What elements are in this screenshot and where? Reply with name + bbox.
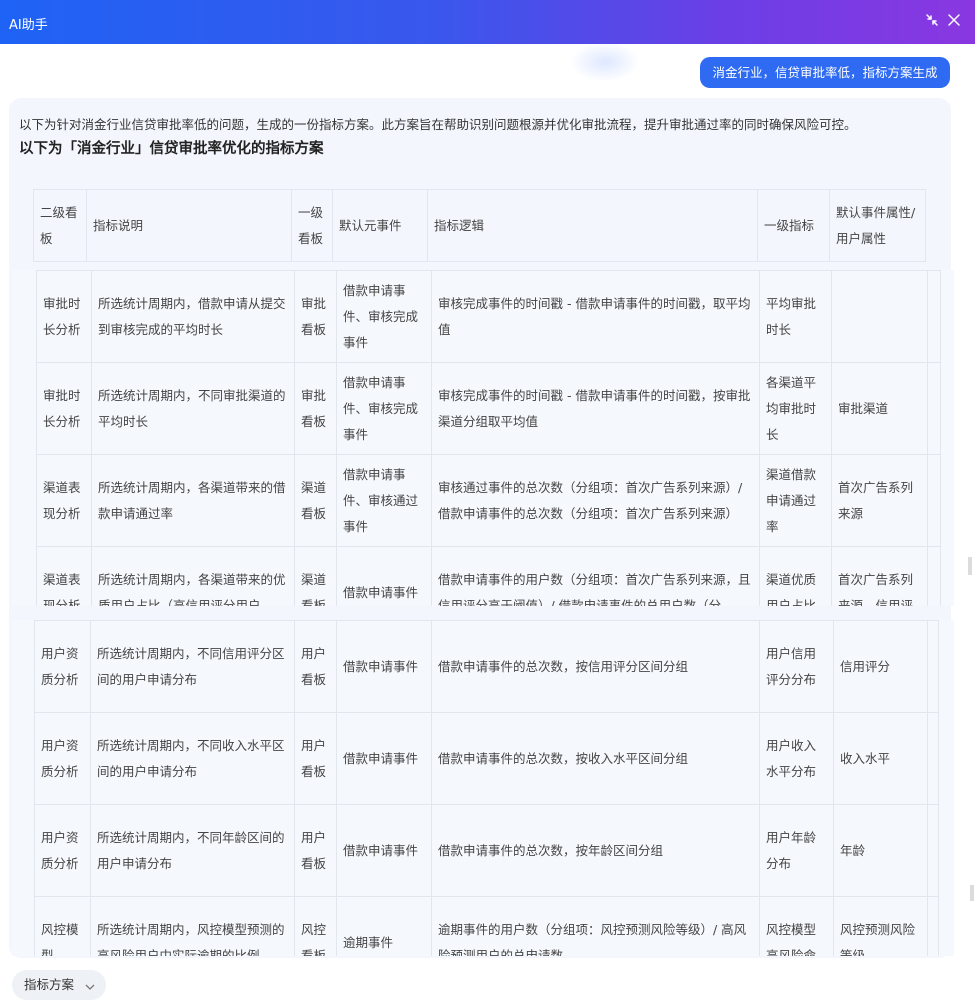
table-row: 审批时长分析 所选统计周期内，借款申请从提交到审核完成的平均时长 审批看板 借款… — [36, 270, 941, 363]
cell-default-event: 借款申请事件 — [336, 804, 432, 897]
cell-default-event: 借款申请事件、审核通过事件 — [336, 454, 432, 547]
cell-primary-metric: 用户收入水平分布 — [759, 712, 834, 805]
dropdown-label: 指标方案 — [24, 977, 75, 992]
cell-default-event: 借款申请事件 — [336, 546, 432, 606]
table-row: 用户资质分析 所选统计周期内，不同信用评分区间的用户申请分布 用户看板 借款申请… — [34, 620, 939, 713]
col-header-primary-board: 一级看板 — [291, 189, 333, 262]
cell-primary-metric: 风控模型高风险命 — [759, 896, 834, 956]
cell-description: 所选统计周期内，各渠道带来的优质用户占比（高信用评分用户 — [91, 546, 295, 606]
cell-primary-metric: 各渠道平均审批时长 — [759, 362, 832, 455]
cell-primary-board: 风控看板 — [294, 896, 337, 956]
cell-logic: 逾期事件的用户数（分组项：风控预测风险等级）/ 高风险预测用户的总申请数 — [431, 896, 760, 956]
cell-primary-board: 用户看板 — [294, 804, 337, 897]
cell-primary-board: 审批看板 — [294, 362, 337, 455]
cell-attributes: 首次广告系列来源 — [831, 454, 928, 547]
cell-default-event: 借款申请事件 — [336, 712, 432, 805]
close-icon[interactable] — [946, 12, 962, 28]
cell-secondary-board: 审批时长分析 — [36, 362, 92, 455]
cell-description: 所选统计周期内，各渠道带来的借款申请通过率 — [91, 454, 295, 547]
col-header-logic: 指标逻辑 — [427, 189, 758, 262]
table-row: 渠道表现分析 所选统计周期内，各渠道带来的优质用户占比（高信用评分用户 渠道看板… — [36, 546, 941, 606]
cell-description: 所选统计周期内，借款申请从提交到审核完成的平均时长 — [91, 270, 295, 363]
cell-logic: 审核完成事件的时间戳 - 借款申请事件的时间戳，取平均值 — [431, 270, 760, 363]
table-block-1: 审批时长分析 所选统计周期内，借款申请从提交到审核完成的平均时长 审批看板 借款… — [12, 270, 954, 606]
cell-attributes: 首次广告系列来源、信用评 — [831, 546, 928, 606]
table-block-2: 用户资质分析 所选统计周期内，不同信用评分区间的用户申请分布 用户看板 借款申请… — [12, 620, 954, 956]
col-header-description: 指标说明 — [86, 189, 292, 262]
header-row: 二级看板 指标说明 一级看板 默认元事件 指标逻辑 一级指标 默认事件属性/用户… — [33, 189, 926, 262]
cell-attributes: 收入水平 — [833, 712, 928, 805]
cell-secondary-board: 渠道表现分析 — [36, 546, 92, 606]
shrink-icon[interactable] — [924, 12, 940, 28]
cell-secondary-board: 用户资质分析 — [34, 712, 91, 805]
col-header-primary-metric: 一级指标 — [757, 189, 830, 262]
cell-logic: 借款申请事件的用户数（分组项：首次广告系列来源，且信用评分高于阈值）/ 借款申请… — [431, 546, 760, 606]
cell-attributes: 信用评分 — [833, 620, 928, 713]
cell-primary-board: 用户看板 — [294, 620, 337, 713]
cell-primary-board: 渠道看板 — [294, 546, 337, 606]
cell-secondary-board: 风控模型 — [34, 896, 91, 956]
scroll-edge-mark — [970, 885, 974, 901]
table-row: 风控模型 所选统计周期内，风控模型预测的高风险用户中实际逾期的比例 风控看板 逾… — [34, 896, 939, 956]
col-header-attributes: 默认事件属性/用户属性 — [829, 189, 926, 262]
cell-logic: 借款申请事件的总次数，按信用评分区间分组 — [431, 620, 760, 713]
cell-edge — [927, 712, 939, 805]
window-titlebar: AI助手 — [0, 0, 975, 44]
cell-attributes: 风控预测风险等级 — [833, 896, 928, 956]
cell-primary-board: 审批看板 — [294, 270, 337, 363]
metrics-table-2: 用户资质分析 所选统计周期内，不同信用评分区间的用户申请分布 用户看板 借款申请… — [34, 620, 939, 956]
cell-primary-metric: 用户信用评分分布 — [759, 620, 834, 713]
table-row: 渠道表现分析 所选统计周期内，各渠道带来的借款申请通过率 渠道看板 借款申请事件… — [36, 454, 941, 547]
cell-logic: 借款申请事件的总次数，按年龄区间分组 — [431, 804, 760, 897]
cell-logic: 审核通过事件的总次数（分组项：首次广告系列来源）/ 借款申请事件的总次数（分组项… — [431, 454, 760, 547]
cell-primary-metric: 渠道借款申请通过率 — [759, 454, 832, 547]
cell-primary-board: 用户看板 — [294, 712, 337, 805]
cell-secondary-board: 审批时长分析 — [36, 270, 92, 363]
metrics-table-1: 审批时长分析 所选统计周期内，借款申请从提交到审核完成的平均时长 审批看板 借款… — [36, 270, 941, 606]
cell-primary-metric: 平均审批时长 — [759, 270, 832, 363]
cell-description: 所选统计周期内，不同审批渠道的平均时长 — [91, 362, 295, 455]
cell-edge — [927, 270, 941, 363]
cell-primary-metric: 用户年龄分布 — [759, 804, 834, 897]
cell-default-event: 借款申请事件、审核完成事件 — [336, 270, 432, 363]
cell-description: 所选统计周期内，不同信用评分区间的用户申请分布 — [90, 620, 295, 713]
cell-edge — [927, 620, 939, 713]
col-header-default-event: 默认元事件 — [332, 189, 428, 262]
cell-edge — [927, 546, 941, 606]
user-message-bubble: 消金行业，信贷审批率低，指标方案生成 — [700, 57, 950, 88]
cell-default-event: 借款申请事件、审核完成事件 — [336, 362, 432, 455]
cell-secondary-board: 用户资质分析 — [34, 620, 91, 713]
scroll-edge-mark — [968, 557, 972, 575]
answer-heading: 以下为「消金行业」信贷审批率优化的指标方案 — [19, 141, 324, 157]
cell-primary-board: 渠道看板 — [294, 454, 337, 547]
cell-edge — [927, 896, 939, 956]
cell-description: 所选统计周期内，不同收入水平区间的用户申请分布 — [90, 712, 295, 805]
table-row: 审批时长分析 所选统计周期内，不同审批渠道的平均时长 审批看板 借款申请事件、审… — [36, 362, 941, 455]
cell-attributes: 审批渠道 — [831, 362, 928, 455]
cell-default-event: 逾期事件 — [336, 896, 432, 956]
cell-edge — [927, 804, 939, 897]
col-header-secondary-board: 二级看板 — [33, 189, 87, 262]
answer-intro: 以下为针对消金行业信贷审批率低的问题，生成的一份指标方案。此方案旨在帮助识别问题… — [19, 117, 857, 132]
cell-edge — [927, 362, 941, 455]
cell-secondary-board: 渠道表现分析 — [36, 454, 92, 547]
cell-attributes — [831, 270, 928, 363]
cell-description: 所选统计周期内，风控模型预测的高风险用户中实际逾期的比例 — [90, 896, 295, 956]
cell-logic: 借款申请事件的总次数，按收入水平区间分组 — [431, 712, 760, 805]
cell-secondary-board: 用户资质分析 — [34, 804, 91, 897]
table-row: 用户资质分析 所选统计周期内，不同年龄区间的用户申请分布 用户看板 借款申请事件… — [34, 804, 939, 897]
table-header: 二级看板 指标说明 一级看板 默认元事件 指标逻辑 一级指标 默认事件属性/用户… — [33, 189, 926, 262]
cell-default-event: 借款申请事件 — [336, 620, 432, 713]
chevron-down-icon — [84, 972, 96, 990]
cell-logic: 审核完成事件的时间戳 - 借款申请事件的时间戳，按审批渠道分组取平均值 — [431, 362, 760, 455]
metric-plan-dropdown[interactable]: 指标方案 — [12, 970, 106, 1000]
decorative-glow — [570, 42, 640, 82]
cell-primary-metric: 渠道优质用户占比 — [759, 546, 832, 606]
window-title: AI助手 — [9, 18, 48, 33]
cell-attributes: 年龄 — [833, 804, 928, 897]
cell-description: 所选统计周期内，不同年龄区间的用户申请分布 — [90, 804, 295, 897]
cell-edge — [927, 454, 941, 547]
table-row: 用户资质分析 所选统计周期内，不同收入水平区间的用户申请分布 用户看板 借款申请… — [34, 712, 939, 805]
